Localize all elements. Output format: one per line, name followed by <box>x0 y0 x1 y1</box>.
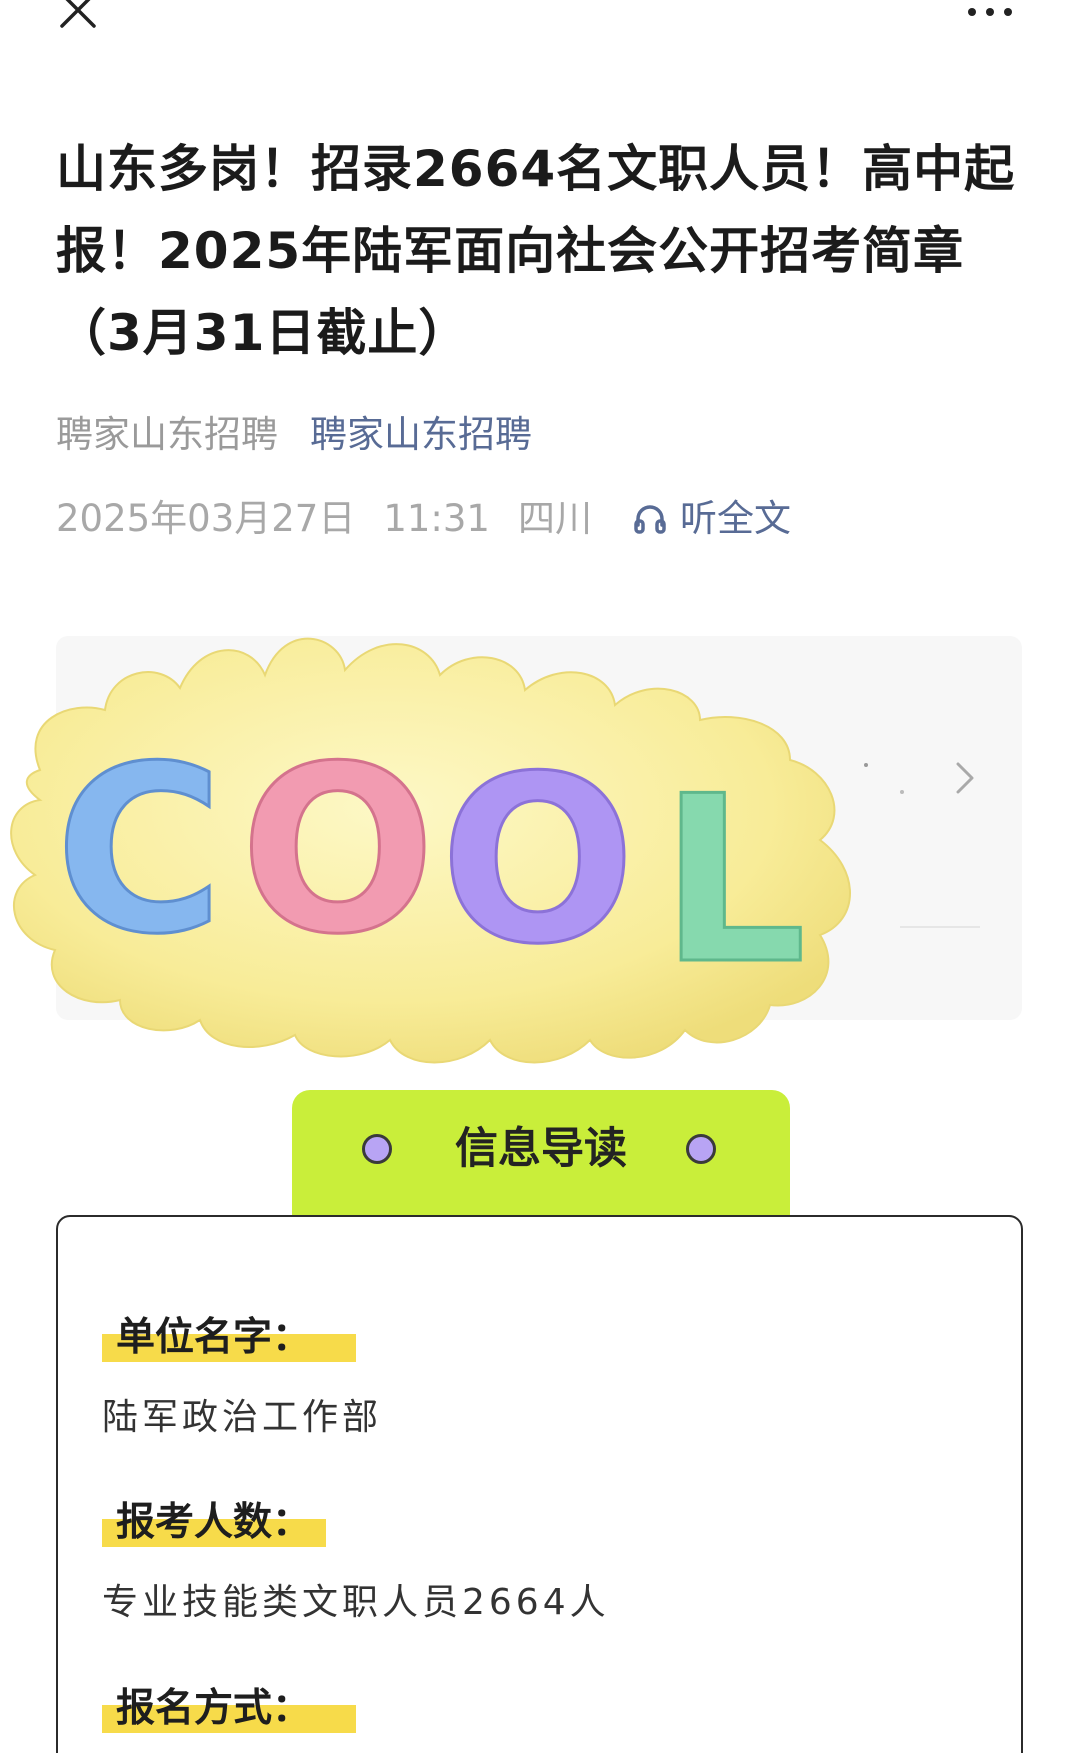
more-icon <box>968 8 976 16</box>
field-label-unit: 单位名字： <box>116 1315 312 1360</box>
author-row: 聘家山东招聘 聘家山东招聘 <box>56 410 532 460</box>
publish-date: 2025年03月27日 <box>56 497 356 540</box>
sticker-letter: O <box>440 728 636 995</box>
info-box: 单位名字： 陆军政治工作部 报考人数： 专业技能类文职人员2664人 报名方式： <box>56 1215 1023 1753</box>
account-link[interactable]: 聘家山东招聘 <box>310 410 532 460</box>
headphones-icon <box>634 505 666 534</box>
listen-label: 听全文 <box>679 497 791 540</box>
field-label-method: 报名方式： <box>116 1686 312 1731</box>
close-icon <box>60 0 96 28</box>
publish-region: 四川 <box>517 497 592 540</box>
sticker-letter: O <box>240 718 436 985</box>
chevron-right-icon[interactable] <box>952 758 978 798</box>
field-value-unit: 陆军政治工作部 <box>102 1397 383 1438</box>
more-button[interactable] <box>960 4 1020 20</box>
field-label-count: 报考人数： <box>116 1500 312 1545</box>
publish-time: 11:31 <box>383 497 490 540</box>
info-heading-tab: 信息导读 <box>292 1090 790 1215</box>
top-bar <box>0 0 1080 60</box>
meta-row: 2025年03月27日 11:31 四川 听全文 <box>56 494 791 544</box>
close-button[interactable] <box>56 0 100 30</box>
cool-sticker: C O O L <box>10 637 851 1064</box>
article-page: 山东多岗！招录2664名文职人员！高中起报！2025年陆军面向社会公开招考简章（… <box>0 0 1080 1753</box>
sticker-letter: L <box>660 748 807 1015</box>
field-value-count: 专业技能类文职人员2664人 <box>102 1582 610 1623</box>
dot-decoration <box>686 1134 716 1164</box>
article-title: 山东多岗！招录2664名文职人员！高中起报！2025年陆军面向社会公开招考简章（… <box>56 140 1016 362</box>
listen-button[interactable]: 听全文 <box>632 494 791 544</box>
author-name: 聘家山东招聘 <box>56 413 278 456</box>
sticker-letter: C <box>55 718 224 985</box>
